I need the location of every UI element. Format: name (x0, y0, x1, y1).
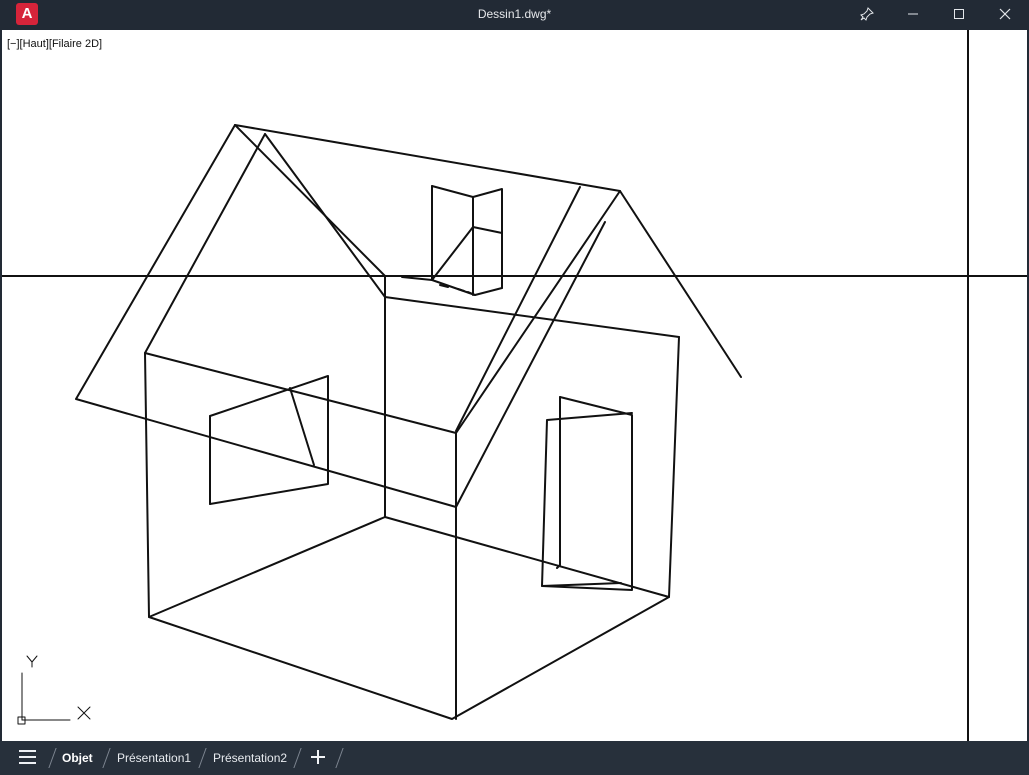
drawing-viewport[interactable]: [−][Haut][Filaire 2D] (2, 30, 1027, 741)
maximize-icon (954, 9, 964, 19)
ucs-icon (17, 655, 91, 725)
crosshair-cursor (2, 30, 1027, 741)
house-wireframe-drawing[interactable] (2, 30, 1027, 741)
hamburger-menu-icon[interactable] (19, 750, 36, 764)
layout-tab-bar: Objet Présentation1 Présentation2 (0, 741, 1029, 775)
close-button[interactable] (982, 0, 1028, 28)
minimize-icon (908, 13, 918, 15)
minimize-button[interactable] (890, 0, 936, 28)
tab-objet[interactable]: Objet (62, 749, 93, 767)
tab-separator (198, 748, 207, 768)
add-tab-icon[interactable] (309, 747, 327, 767)
tab-separator (293, 748, 302, 768)
tab-separator (48, 748, 57, 768)
tab-separator (102, 748, 111, 768)
pin-button[interactable] (844, 0, 890, 28)
door-lines (541, 396, 633, 591)
title-bar: A Dessin1.dwg* (0, 0, 1029, 28)
tab-presentation1[interactable]: Présentation1 (117, 749, 191, 767)
roof-lines (75, 124, 742, 508)
autocad-window: A Dessin1.dwg* [−][Haut][Filaire 2D] Obj… (0, 0, 1029, 775)
maximize-button[interactable] (936, 0, 982, 28)
close-icon (999, 8, 1011, 20)
tab-presentation2[interactable]: Présentation2 (213, 749, 287, 767)
pin-icon (860, 7, 874, 21)
chimney-lines (401, 185, 503, 296)
house-walls (144, 275, 680, 720)
tab-separator (335, 748, 344, 768)
